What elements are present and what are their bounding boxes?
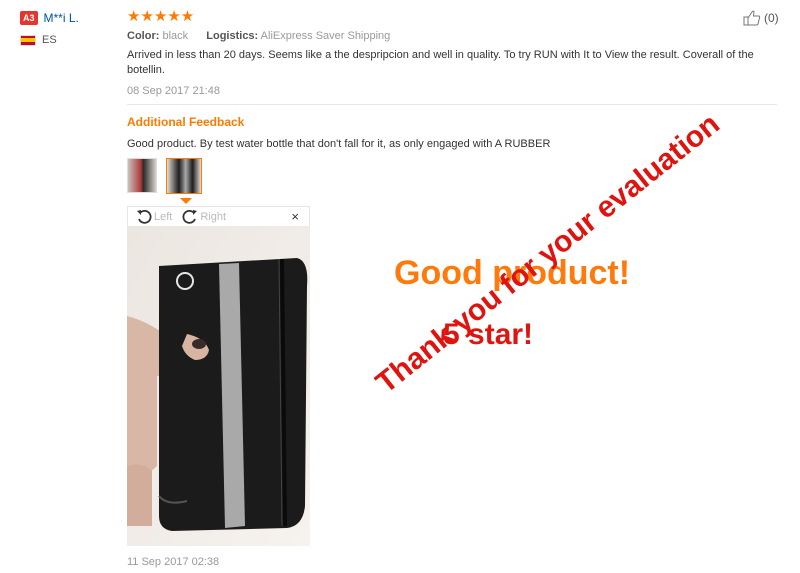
divider (127, 104, 777, 105)
reviewer-name[interactable]: M**i L. (44, 11, 79, 25)
color-value: black (162, 30, 189, 42)
rotate-left-label: Left (154, 210, 173, 223)
spain-flag-icon (20, 34, 36, 46)
reviewer-info: A3 M**i L. ES (20, 10, 79, 46)
rotate-right-icon (182, 209, 198, 224)
rotate-left-button[interactable]: Left (136, 209, 172, 225)
additional-feedback-date: 11 Sep 2017 02:38 (127, 556, 220, 568)
photo-thumbnail-selected[interactable] (166, 158, 202, 194)
review-date: 08 Sep 2017 21:48 (127, 85, 220, 97)
close-icon[interactable]: × (291, 209, 299, 224)
review-text: Arrived in less than 20 days. Seems like… (127, 49, 754, 76)
photo-thumbnail[interactable] (127, 158, 157, 193)
country-code: ES (42, 34, 57, 46)
thumbnail-caret (180, 198, 192, 204)
review-photo (127, 226, 310, 546)
rotate-right-label: Right (200, 210, 227, 223)
logistics-label: Logistics: (206, 30, 259, 42)
color-label: Color: (127, 30, 160, 42)
rotate-left-icon (137, 209, 152, 224)
logistics-value: AliExpress Saver Shipping (260, 30, 391, 42)
review-meta: Color: black Logistics: AliExpress Saver… (127, 30, 777, 42)
level-badge: A3 (20, 11, 38, 25)
image-viewer-toolbar: Left Right × (127, 206, 310, 226)
rotate-right-button[interactable]: Right (182, 209, 226, 225)
star-rating: ★★★★★ (127, 8, 195, 25)
